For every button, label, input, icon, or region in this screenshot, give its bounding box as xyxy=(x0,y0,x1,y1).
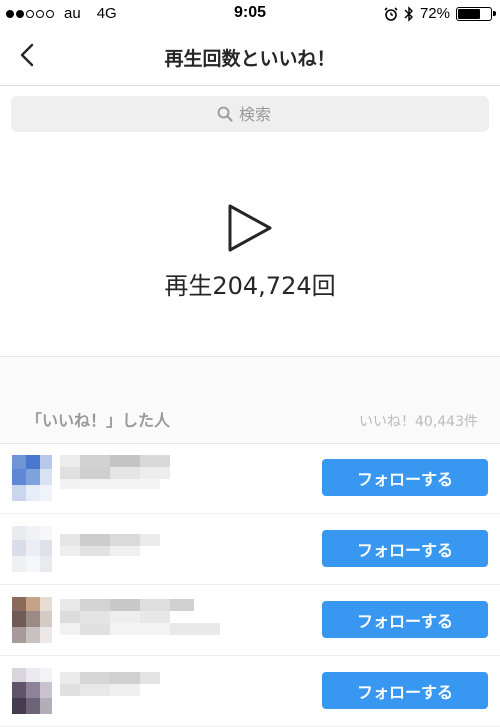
avatar[interactable] xyxy=(12,526,52,572)
search-bar[interactable] xyxy=(11,96,489,132)
list-item[interactable]: フォローする xyxy=(0,585,500,656)
follow-button[interactable]: フォローする xyxy=(322,459,488,496)
username-blurred xyxy=(60,599,220,635)
play-icon xyxy=(228,204,272,252)
battery-icon xyxy=(456,6,496,21)
alarm-icon xyxy=(384,6,398,21)
page-title: 再生回数といいね！ xyxy=(164,48,336,70)
search-input[interactable] xyxy=(239,104,283,124)
follow-button[interactable]: フォローする xyxy=(322,672,488,709)
follow-button[interactable]: フォローする xyxy=(322,530,488,567)
liker-list: フォローする フォローする フォローする フォローする xyxy=(0,443,500,727)
status-icons: 72% xyxy=(384,5,496,22)
nav-bar: 再生回数といいね！ xyxy=(0,28,500,86)
likes-count: いいね！40,443件 xyxy=(359,414,478,430)
likers-header: 「いいね！」した人 いいね！40,443件 xyxy=(0,356,500,444)
status-bar: au 4G 9:05 72% xyxy=(0,0,500,28)
username-blurred xyxy=(60,534,160,556)
search-icon xyxy=(217,106,233,122)
likers-title: 「いいね！」した人 xyxy=(26,411,171,430)
list-item[interactable]: フォローする xyxy=(0,443,500,514)
username-blurred xyxy=(60,672,160,696)
battery-percent: 72% xyxy=(419,5,450,22)
bluetooth-icon xyxy=(404,5,413,22)
play-count: 再生204,724回 xyxy=(164,272,336,300)
list-item[interactable]: フォローする xyxy=(0,514,500,585)
username-blurred xyxy=(60,455,170,489)
follow-button[interactable]: フォローする xyxy=(322,601,488,638)
avatar[interactable] xyxy=(12,455,52,501)
avatar[interactable] xyxy=(12,668,52,714)
list-item[interactable]: フォローする xyxy=(0,656,500,727)
avatar[interactable] xyxy=(12,597,52,643)
